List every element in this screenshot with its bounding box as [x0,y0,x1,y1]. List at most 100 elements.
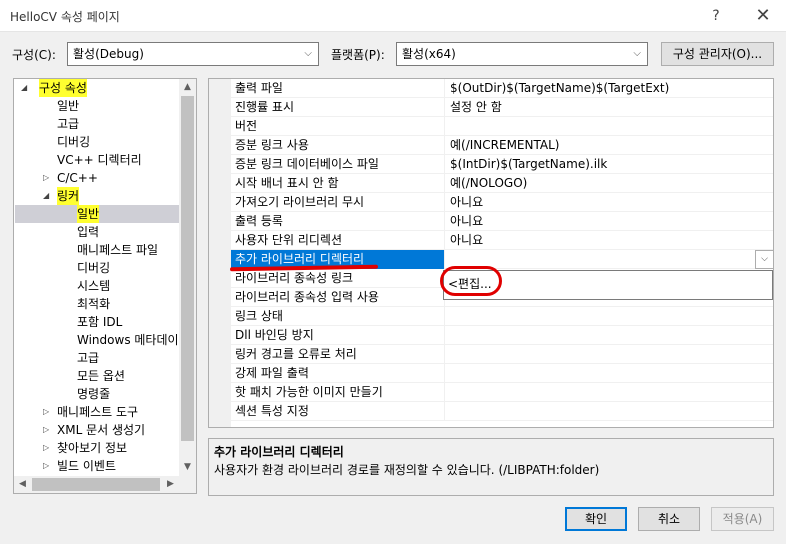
expand-icon[interactable]: ▷ [43,421,49,439]
collapse-icon[interactable]: ◢ [43,187,49,205]
config-label: 구성(C): [12,48,56,62]
tree-item-linker-system[interactable]: 시스템 [77,277,110,295]
tree-item-linker-winmd[interactable]: Windows 메타데이 [77,331,179,349]
property-name: 출력 파일 [235,81,283,95]
window-title: HelloCV 속성 페이지 [10,10,120,24]
grid-gutter [209,79,231,427]
tree-vertical-scrollbar[interactable]: ▲ ▼ [179,79,196,476]
property-value[interactable]: 예(/NOLOGO) [450,174,527,193]
platform-value: 활성(x64) [402,47,456,61]
scroll-right-icon[interactable]: ▶ [162,476,179,493]
property-row[interactable]: 핫 패치 가능한 이미지 만들기 [231,383,773,402]
ok-button[interactable]: 확인 [565,507,627,531]
tree-item-linker-command-line[interactable]: 명령줄 [77,385,110,403]
scroll-down-icon[interactable]: ▼ [179,459,196,476]
tree-item-linker-optimization[interactable]: 최적화 [77,295,110,313]
config-manager-button[interactable]: 구성 관리자(O)... [661,42,774,66]
description-text: 사용자가 환경 라이브러리 경로를 재정의할 수 있습니다. (/LIBPATH… [214,463,600,477]
property-value[interactable]: 아니요 [450,231,483,250]
property-row[interactable]: 링커 경고를 오류로 처리 [231,345,773,364]
property-row[interactable]: 가져오기 라이브러리 무시 아니요 [231,193,773,212]
close-button[interactable]: ✕ [748,4,778,28]
annotation-circle [440,266,502,296]
property-name: 사용자 단위 리디렉션 [235,233,342,247]
chevron-down-icon[interactable]: ⌵ [755,250,773,269]
tree-item-build-events[interactable]: 빌드 이벤트 [57,457,116,475]
property-row[interactable]: 출력 파일 $(OutDir)$(TargetName)$(TargetExt) [231,79,773,98]
property-name: 진행률 표시 [235,100,295,114]
property-row[interactable]: 진행률 표시 설정 안 함 [231,98,773,117]
tree-item-linker-idl[interactable]: 포함 IDL [77,313,122,331]
tree-item-linker-input[interactable]: 입력 [77,223,99,241]
apply-button[interactable]: 적용(A) [711,507,774,531]
property-row[interactable]: Dll 바인딩 방지 [231,326,773,345]
expand-icon[interactable]: ▷ [43,169,49,187]
property-name: 라이브러리 종속성 링크 [235,271,354,285]
expand-icon[interactable]: ▷ [43,439,49,457]
scroll-thumb[interactable] [181,96,194,441]
description-title: 추가 라이브러리 디렉터리 [214,445,344,459]
property-value[interactable]: 아니요 [450,193,483,212]
property-value[interactable]: 예(/INCREMENTAL) [450,136,559,155]
property-value[interactable]: 아니요 [450,212,483,231]
platform-select[interactable]: 활성(x64) ⌵ [396,42,648,66]
property-row[interactable]: 증분 링크 사용 예(/INCREMENTAL) [231,136,773,155]
tree-item-advanced[interactable]: 고급 [57,115,79,133]
property-name: 링크 상태 [235,309,283,323]
tree-item-linker-advanced[interactable]: 고급 [77,349,99,367]
tree-item-general[interactable]: 일반 [57,97,79,115]
property-grid[interactable]: 출력 파일 $(OutDir)$(TargetName)$(TargetExt) … [208,78,774,428]
property-row[interactable]: 강제 파일 출력 [231,364,773,383]
title-bar: HelloCV 속성 페이지 ? ✕ [0,0,786,32]
tree-item-browse-info[interactable]: 찾아보기 정보 [57,439,127,457]
tree-item-config-properties[interactable]: 구성 속성 [39,79,87,97]
help-button[interactable]: ? [701,4,731,28]
property-name: 버전 [235,119,258,133]
property-name: 핫 패치 가능한 이미지 만들기 [235,385,383,399]
property-row[interactable]: 사용자 단위 리디렉션 아니요 [231,231,773,250]
tree-item-vc-directories[interactable]: VC++ 디렉터리 [57,151,142,169]
property-row[interactable]: 출력 등록 아니요 [231,212,773,231]
tree-item-linker-debugging[interactable]: 디버깅 [77,259,110,277]
config-value: 활성(Debug) [73,47,144,61]
property-name: 출력 등록 [235,214,283,228]
property-name: 링커 경고를 오류로 처리 [235,347,357,361]
property-name: 증분 링크 데이터베이스 파일 [235,157,379,171]
property-name: 가져오기 라이브러리 무시 [235,195,365,209]
scroll-left-icon[interactable]: ◀ [14,476,31,493]
property-name: Dll 바인딩 방지 [235,328,314,342]
tree-item-linker-general[interactable]: 일반 [77,205,100,223]
tree-item-debugging[interactable]: 디버깅 [57,133,90,151]
property-name: 시작 배너 표시 안 함 [235,176,339,190]
scroll-up-icon[interactable]: ▲ [179,79,196,96]
description-panel: 추가 라이브러리 디렉터리 사용자가 환경 라이브러리 경로를 재정의할 수 있… [208,438,774,496]
property-value[interactable]: $(OutDir)$(TargetName)$(TargetExt) [450,79,669,98]
property-tree[interactable]: ◢ 구성 속성 일반 고급 디버깅 VC++ 디렉터리 ▷ C/C++ ◢ 링커… [13,78,197,494]
cancel-button[interactable]: 취소 [638,507,700,531]
collapse-icon[interactable]: ◢ [21,79,27,97]
tree-item-manifest-tool[interactable]: 매니페스트 도구 [57,403,138,421]
property-value[interactable]: $(IntDir)$(TargetName).ilk [450,155,607,174]
property-row[interactable]: 증분 링크 데이터베이스 파일 $(IntDir)$(TargetName).il… [231,155,773,174]
property-name: 섹션 특성 지정 [235,404,309,418]
chevron-down-icon: ⌵ [633,48,641,59]
property-name: 증분 링크 사용 [235,138,309,152]
property-row[interactable]: 버전 [231,117,773,136]
tree-item-xml-doc[interactable]: XML 문서 생성기 [57,421,145,439]
property-row[interactable]: 시작 배너 표시 안 함 예(/NOLOGO) [231,174,773,193]
platform-label: 플랫폼(P): [331,48,385,62]
expand-icon[interactable]: ▷ [43,457,49,475]
tree-horizontal-scrollbar[interactable]: ◀ ▶ [14,476,196,493]
tree-item-linker-all-options[interactable]: 모든 옵션 [77,367,125,385]
scroll-thumb[interactable] [32,478,160,491]
property-name: 라이브러리 종속성 입력 사용 [235,290,379,304]
property-name: 강제 파일 출력 [235,366,309,380]
tree-item-linker[interactable]: 링커 [57,187,80,205]
property-row[interactable]: 섹션 특성 지정 [231,402,773,421]
config-select[interactable]: 활성(Debug) ⌵ [67,42,319,66]
tree-item-linker-manifest[interactable]: 매니페스트 파일 [77,241,158,259]
expand-icon[interactable]: ▷ [43,403,49,421]
property-row[interactable]: 링크 상태 [231,307,773,326]
property-value[interactable]: 설정 안 함 [450,98,502,117]
tree-item-c-cpp[interactable]: C/C++ [57,169,98,187]
